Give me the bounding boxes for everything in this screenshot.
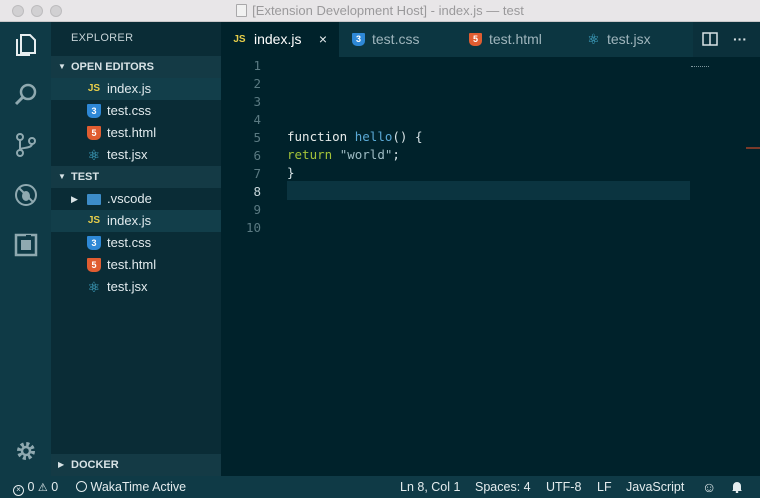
status-bar: × 0 ⚠ 0 WakaTime Active Ln 8, Col 1 Spac…	[0, 476, 760, 498]
css-file-icon: 3	[352, 33, 365, 46]
files-icon[interactable]	[11, 30, 41, 60]
current-line-highlight	[287, 181, 690, 200]
explorer-sidebar: EXPLORER ▼ OPEN EDITORS JS index.js 3 te…	[51, 22, 221, 476]
feedback-smiley-icon[interactable]: ☺	[702, 476, 716, 498]
tree-item-test-jsx[interactable]: ⚛ test.jsx	[51, 276, 221, 298]
error-icon: ×	[13, 485, 24, 496]
open-editor-item-test-css[interactable]: 3 test.css	[51, 100, 221, 122]
line-number: 6	[253, 148, 261, 163]
code-line-5: function hello() {	[287, 129, 423, 144]
css-file-icon: 3	[87, 104, 101, 118]
react-file-icon: ⚛	[587, 31, 600, 47]
docker-header[interactable]: ▶ DOCKER	[51, 454, 221, 476]
js-file-icon: JS	[87, 215, 101, 226]
line-number: 7	[253, 166, 261, 181]
tab-test-css[interactable]: 3 test.css	[339, 22, 457, 57]
problems-indicator[interactable]: × 0 ⚠ 0	[13, 476, 58, 498]
line-number: 4	[253, 112, 261, 127]
explorer-title: EXPLORER	[71, 32, 134, 44]
code-line-6: return "world";	[287, 147, 400, 162]
code-editor[interactable]: 1 2 3 4 5 6 7 8 9 10 function hello() { …	[221, 57, 760, 476]
warning-icon: ⚠	[37, 482, 48, 494]
tab-test-jsx[interactable]: ⚛ test.jsx	[575, 22, 693, 57]
js-file-icon: JS	[87, 83, 101, 94]
overview-ruler-mark	[746, 147, 760, 149]
line-number: 9	[253, 202, 261, 217]
search-icon[interactable]	[11, 80, 41, 110]
minimap[interactable]	[691, 66, 709, 68]
cursor-position[interactable]: Ln 8, Col 1	[400, 476, 460, 498]
open-editor-item-test-html[interactable]: 5 test.html	[51, 122, 221, 144]
language-mode[interactable]: JavaScript	[626, 476, 684, 498]
js-file-icon: JS	[233, 34, 246, 45]
react-file-icon: ⚛	[87, 279, 101, 295]
notifications-bell-icon[interactable]	[731, 476, 743, 498]
open-editor-item-test-jsx[interactable]: ⚛ test.jsx	[51, 144, 221, 166]
indentation-status[interactable]: Spaces: 4	[475, 476, 531, 498]
settings-gear-icon[interactable]	[11, 436, 41, 466]
window-titlebar: [Extension Development Host] - index.js …	[0, 0, 760, 22]
html-file-icon: 5	[469, 33, 482, 46]
line-number: 10	[245, 220, 261, 235]
line-number: 3	[253, 94, 261, 109]
chevron-right-icon: ▶	[71, 194, 78, 204]
more-actions-icon[interactable]: ···	[733, 22, 747, 57]
split-editor-icon[interactable]	[702, 22, 718, 57]
react-file-icon: ⚛	[87, 147, 101, 163]
tree-item-vscode-folder[interactable]: ▶ .vscode	[51, 188, 221, 210]
line-number: 1	[253, 58, 261, 73]
chevron-right-icon: ▶	[58, 460, 65, 469]
tree-item-index-js[interactable]: JS index.js	[51, 210, 221, 232]
tree-item-test-html[interactable]: 5 test.html	[51, 254, 221, 276]
line-number-current: 8	[253, 184, 261, 199]
html-file-icon: 5	[87, 258, 101, 272]
extensions-icon[interactable]	[11, 230, 41, 260]
open-editors-header[interactable]: ▼ OPEN EDITORS	[51, 56, 221, 78]
tab-index-js[interactable]: JS index.js ×	[221, 22, 339, 57]
tab-test-html[interactable]: 5 test.html	[457, 22, 575, 57]
wakatime-status[interactable]: WakaTime Active	[76, 476, 186, 498]
css-file-icon: 3	[87, 236, 101, 250]
tree-item-test-css[interactable]: 3 test.css	[51, 232, 221, 254]
editor-tab-bar: JS index.js × 3 test.css 5 test.html ⚛ t…	[221, 22, 760, 57]
open-editor-item-index-js[interactable]: JS index.js	[51, 78, 221, 100]
debug-icon[interactable]	[11, 180, 41, 210]
chevron-down-icon: ▼	[58, 172, 66, 181]
eol-status[interactable]: LF	[597, 476, 612, 498]
line-number: 2	[253, 76, 261, 91]
line-number: 5	[253, 130, 261, 145]
test-folder-header[interactable]: ▼ TEST	[51, 166, 221, 188]
clock-icon	[76, 481, 87, 492]
document-icon	[236, 4, 248, 17]
encoding-status[interactable]: UTF-8	[546, 476, 581, 498]
folder-icon	[87, 194, 101, 205]
window-title: [Extension Development Host] - index.js …	[0, 3, 760, 18]
close-tab-icon[interactable]: ×	[319, 22, 327, 57]
chevron-down-icon: ▼	[58, 62, 66, 71]
activity-bar	[0, 22, 51, 476]
source-control-icon[interactable]	[11, 130, 41, 160]
html-file-icon: 5	[87, 126, 101, 140]
code-line-7: }	[287, 165, 295, 180]
